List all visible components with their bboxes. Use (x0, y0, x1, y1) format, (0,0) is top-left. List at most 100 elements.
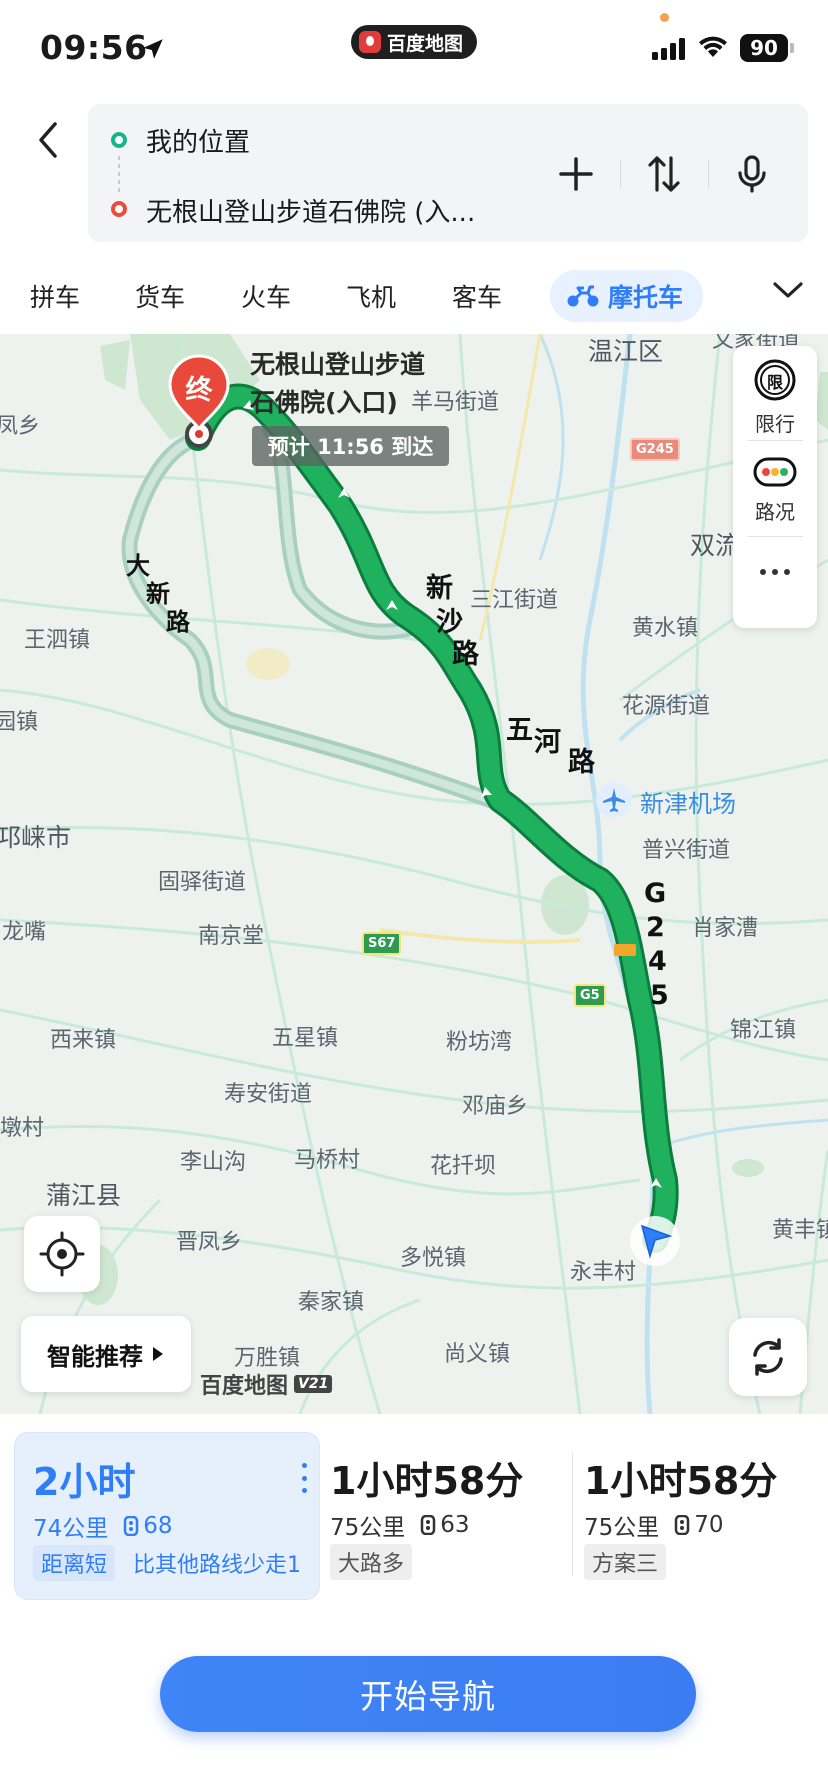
traffic-light-icon (753, 457, 797, 487)
destination-title: 无根山登山步道 石佛院(入口) (250, 350, 426, 417)
plan-distance: 75公里 (330, 1515, 406, 1541)
start-navigation-button[interactable]: 开始导航 (160, 1656, 696, 1732)
place-label: 马桥村 (294, 1148, 361, 1173)
tab-truck[interactable]: 货车 (135, 270, 185, 322)
place-label: 肖家漕 (692, 916, 759, 941)
place-label: 锦江镇 (730, 1018, 797, 1043)
place-label: 园镇 (0, 710, 39, 735)
location-arrow-icon (143, 39, 163, 59)
place-label: 王泗镇 (24, 628, 91, 653)
tab-carpool[interactable]: 拼车 (30, 270, 80, 322)
place-label: 黄水镇 (632, 616, 699, 641)
app-pill[interactable]: 百度地图 (351, 25, 477, 59)
place-label: 西来镇 (50, 1028, 117, 1053)
place-label: 三江街道 (470, 588, 559, 613)
place-label: 温江区 (588, 337, 664, 366)
plan-lights: 68 (122, 1513, 173, 1539)
cellular-signal-icon (652, 38, 685, 60)
baidu-map-logo-icon (359, 31, 381, 53)
plan-menu-button[interactable] (299, 1463, 309, 1493)
place-label: 李山沟 (180, 1150, 247, 1175)
refresh-icon (753, 1338, 783, 1376)
refresh-route-button[interactable] (729, 1318, 807, 1396)
highway-shield-g245: G245 (630, 438, 680, 461)
place-label: 寿安街道 (224, 1082, 313, 1107)
destination-marker-label: 终 (185, 375, 213, 406)
place-label: 晋凤乡 (176, 1230, 243, 1255)
plan-duration: 2小时 (33, 1460, 136, 1504)
more-options-button[interactable] (733, 566, 817, 578)
destination-field[interactable]: 无根山登山步道石佛院 (入... (146, 192, 475, 229)
battery-indicator: 90 (740, 34, 788, 62)
app-root: 09:56 百度地图 90 我的位置 无根山登山步道石佛院 (入... 拼车 货… (0, 0, 828, 1792)
header-divider (620, 160, 621, 188)
swap-route-button[interactable] (634, 144, 694, 204)
tab-motorcycle[interactable]: 摩托车 (550, 270, 704, 322)
swap-icon (648, 156, 680, 192)
plan-meta: 75公里 70 (584, 1508, 724, 1542)
map-view[interactable]: 温江区 文家街道 羊马街道 凤乡 双流 三江街道 黄水镇 王泗镇 园镇 花源街道… (0, 334, 828, 1414)
tab-coach[interactable]: 客车 (452, 270, 502, 322)
place-label: 墩村 (0, 1116, 45, 1141)
plan-lights-count: 70 (694, 1512, 724, 1538)
route-plan-3[interactable]: 1小时58分 75公里 70 方案三 (584, 1432, 820, 1600)
add-icon (559, 157, 593, 191)
navigation-arrow-icon (630, 1216, 680, 1266)
road-label-g245-3: 4 (648, 946, 667, 977)
locate-icon (39, 1231, 85, 1277)
traffic-condition-label: 路况 (755, 500, 795, 524)
wifi-icon (699, 36, 727, 57)
play-triangle-icon (153, 1347, 163, 1361)
start-location-field[interactable]: 我的位置 (146, 122, 250, 159)
transport-tabs: 拼车 货车 火车 飞机 客车 摩托车 (0, 256, 828, 334)
airport-icon (596, 782, 632, 818)
plan-description: 比其他路线少走1 (133, 1553, 301, 1578)
traffic-light-count-icon (421, 1515, 436, 1535)
plan-meta: 75公里 63 (330, 1508, 470, 1542)
smart-recommend-button[interactable]: 智能推荐 (21, 1316, 191, 1392)
place-label: 花源街道 (622, 694, 711, 719)
traffic-light-count-icon (675, 1515, 690, 1535)
highway-shield-g5: G5 (574, 984, 606, 1007)
voice-input-button[interactable] (722, 144, 782, 204)
eta-bubble: 预计 11:56 到达 (252, 426, 449, 466)
place-label: 普兴街道 (642, 838, 731, 863)
side-panel-divider-2 (747, 536, 803, 537)
traffic-condition-button[interactable]: 路况 (733, 454, 817, 525)
place-label: 南京堂 (198, 924, 265, 949)
place-label: 永丰村 (570, 1260, 637, 1285)
road-label-g245-2: 2 (646, 912, 665, 943)
start-point-icon (111, 132, 127, 148)
road-label-wuhe-3: 路 (568, 747, 595, 778)
road-label-g245-1: G (644, 878, 667, 909)
status-time: 09:56 (40, 28, 148, 67)
route-plan-1[interactable]: 2小时 74公里 68 距离短 比其他路线少走1 (14, 1432, 320, 1600)
tab-flight[interactable]: 飞机 (346, 270, 396, 322)
place-label: 邓庙乡 (462, 1094, 529, 1119)
place-label: 固驿街道 (158, 870, 247, 895)
place-label: 尚义镇 (444, 1342, 511, 1367)
place-label: 花扦坝 (430, 1154, 497, 1179)
more-tabs-button[interactable] (766, 268, 810, 312)
plan-duration: 1小时58分 (584, 1459, 778, 1503)
tab-train[interactable]: 火车 (241, 270, 291, 322)
locate-button[interactable] (24, 1216, 100, 1292)
traffic-light-count-icon (124, 1516, 139, 1536)
watermark-version: V21 (294, 1375, 333, 1393)
back-button[interactable] (26, 112, 70, 168)
place-label: 凤乡 (0, 414, 41, 439)
chevron-down-icon (773, 282, 803, 298)
header-divider-2 (708, 160, 709, 188)
smart-recommend-label: 智能推荐 (47, 1342, 143, 1371)
plan-lights-count: 68 (143, 1513, 173, 1539)
route-plan-2[interactable]: 1小时58分 75公里 63 大路多 (330, 1432, 566, 1600)
place-label: 秦家镇 (298, 1290, 365, 1315)
status-bar: 09:56 百度地图 90 (0, 0, 828, 98)
app-pill-label: 百度地图 (387, 32, 464, 55)
map-side-panel: 限行 限 路况 (733, 346, 817, 628)
place-label: 黄丰镇 (772, 1218, 828, 1243)
end-point-icon (111, 201, 127, 217)
plan-lights: 63 (419, 1512, 470, 1538)
privacy-indicator (660, 13, 669, 22)
add-waypoint-button[interactable] (546, 144, 606, 204)
